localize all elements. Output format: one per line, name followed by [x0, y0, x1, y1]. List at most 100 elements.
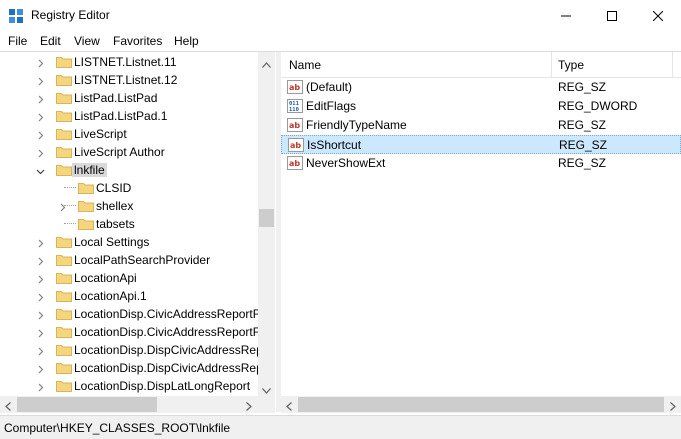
chevron-right-icon[interactable]: [36, 309, 45, 320]
tree-scroll-thumb[interactable]: [259, 209, 274, 227]
tree-item[interactable]: Local Settings: [0, 233, 258, 251]
value-name: IsShortcut: [307, 138, 362, 152]
value-row[interactable]: 011 110 EditFlags REG_DWORD: [281, 97, 681, 116]
scroll-left-icon[interactable]: [286, 400, 292, 414]
tree-item-label: ListPad.ListPad: [74, 91, 158, 105]
maximize-button[interactable]: [589, 0, 635, 31]
value-type: REG_DWORD: [558, 99, 638, 113]
scroll-down-icon[interactable]: [262, 383, 271, 397]
tree-horizontal-scrollbar[interactable]: [0, 396, 258, 413]
tree-vertical-scrollbar[interactable]: [258, 52, 275, 396]
menu-view[interactable]: View: [74, 34, 100, 48]
tree-item[interactable]: CLSID: [0, 179, 258, 197]
value-type: REG_SZ: [559, 138, 608, 152]
string-value-icon: ab: [287, 80, 303, 94]
value-row[interactable]: ab FriendlyTypeName REG_SZ: [281, 116, 681, 135]
column-divider[interactable]: [551, 52, 552, 77]
tree-item[interactable]: LiveScript Author: [0, 143, 258, 161]
chevron-down-icon[interactable]: [36, 165, 45, 175]
chevron-right-icon[interactable]: [36, 57, 45, 68]
scroll-right-icon[interactable]: [246, 400, 252, 414]
value-name: EditFlags: [306, 99, 357, 113]
chevron-right-icon[interactable]: [36, 147, 45, 158]
chevron-right-icon[interactable]: [36, 111, 45, 122]
menu-help[interactable]: Help: [174, 34, 199, 48]
chevron-right-icon[interactable]: [36, 273, 45, 284]
close-button[interactable]: [635, 0, 681, 31]
value-row[interactable]: ab IsShortcut REG_SZ: [281, 135, 681, 154]
value-type: REG_SZ: [558, 80, 607, 94]
menu-favorites[interactable]: Favorites: [113, 34, 162, 48]
tree-item[interactable]: LocationApi.1: [0, 287, 258, 305]
status-bar: Computer\HKEY_CLASSES_ROOT\lnkfile: [0, 415, 681, 439]
tree-item[interactable]: lnkfile: [0, 161, 258, 179]
menu-file[interactable]: File: [8, 34, 27, 48]
tree-item[interactable]: LocationApi: [0, 269, 258, 287]
folder-icon: [56, 73, 72, 86]
tree-item[interactable]: LocationDisp.CivicAddressReportFa: [0, 305, 267, 323]
tree-item-label: LISTNET.Listnet.12: [74, 73, 178, 87]
list-horizontal-scrollbar[interactable]: [281, 396, 681, 413]
chevron-right-icon[interactable]: [36, 291, 45, 302]
value-name: NeverShowExt: [306, 156, 386, 170]
menu-bar: File Edit View Favorites Help: [0, 31, 681, 51]
tree-item[interactable]: LocationDisp.DispLatLongReport: [0, 377, 258, 395]
chevron-right-icon[interactable]: [58, 201, 67, 212]
tree-item[interactable]: LISTNET.Listnet.11: [0, 53, 258, 71]
chevron-right-icon[interactable]: [36, 345, 45, 356]
svg-text:ab: ab: [289, 121, 300, 130]
tree-item[interactable]: LocationDisp.DispCivicAddressRep: [0, 359, 263, 377]
menu-edit[interactable]: Edit: [40, 34, 61, 48]
chevron-right-icon[interactable]: [36, 381, 45, 392]
folder-icon: [56, 343, 72, 356]
chevron-right-icon[interactable]: [36, 129, 45, 140]
folder-icon: [56, 109, 72, 122]
column-divider[interactable]: [672, 52, 673, 77]
folder-icon: [56, 361, 72, 374]
chevron-right-icon[interactable]: [36, 327, 45, 338]
value-row[interactable]: ab NeverShowExt REG_SZ: [281, 154, 681, 173]
tree-item-label: LocationApi: [74, 271, 137, 285]
tree-item-label: lnkfile: [72, 163, 107, 177]
scroll-right-icon[interactable]: [670, 400, 676, 414]
tree-item-label: LocationDisp.DispCivicAddressRep: [74, 361, 263, 375]
tree-item[interactable]: LocationDisp.CivicAddressReportFa: [0, 323, 267, 341]
scroll-up-icon[interactable]: [262, 57, 271, 71]
folder-icon: [56, 163, 72, 176]
tree-item[interactable]: ListPad.ListPad: [0, 89, 258, 107]
chevron-right-icon[interactable]: [36, 363, 45, 374]
minimize-button[interactable]: [543, 0, 589, 31]
folder-icon: [56, 55, 72, 68]
folder-icon: [56, 289, 72, 302]
tree-item[interactable]: ListPad.ListPad.1: [0, 107, 258, 125]
folder-icon: [78, 199, 94, 212]
tree-item[interactable]: LISTNET.Listnet.12: [0, 71, 258, 89]
list-header: Name Type: [281, 52, 681, 78]
folder-icon: [56, 325, 72, 338]
tree-hscroll-thumb[interactable]: [17, 397, 157, 412]
column-type-header[interactable]: Type: [558, 58, 584, 72]
column-name-header[interactable]: Name: [289, 58, 321, 72]
folder-icon: [56, 253, 72, 266]
chevron-right-icon[interactable]: [36, 255, 45, 266]
scroll-corner: [258, 396, 275, 413]
title-bar: Registry Editor: [0, 0, 681, 31]
svg-text:ab: ab: [289, 83, 300, 92]
tree-item[interactable]: tabsets: [0, 215, 258, 233]
tree-item-label: Local Settings: [74, 235, 150, 249]
list-hscroll-thumb[interactable]: [298, 397, 664, 412]
tree-item[interactable]: LocationDisp.DispCivicAddressRep: [0, 341, 263, 359]
folder-icon: [78, 217, 94, 230]
chevron-right-icon[interactable]: [36, 237, 45, 248]
tree-item-label: LocalPathSearchProvider: [74, 253, 211, 267]
scroll-left-icon[interactable]: [5, 400, 11, 414]
folder-icon: [78, 181, 94, 194]
tree-item[interactable]: shellex: [0, 197, 258, 215]
value-row[interactable]: ab (Default) REG_SZ: [281, 78, 681, 97]
registry-editor-icon: [9, 9, 23, 23]
tree-item[interactable]: LiveScript: [0, 125, 258, 143]
chevron-right-icon[interactable]: [36, 75, 45, 86]
binary-value-icon: 011 110: [287, 99, 303, 113]
chevron-right-icon[interactable]: [36, 93, 45, 104]
tree-item[interactable]: LocalPathSearchProvider: [0, 251, 258, 269]
